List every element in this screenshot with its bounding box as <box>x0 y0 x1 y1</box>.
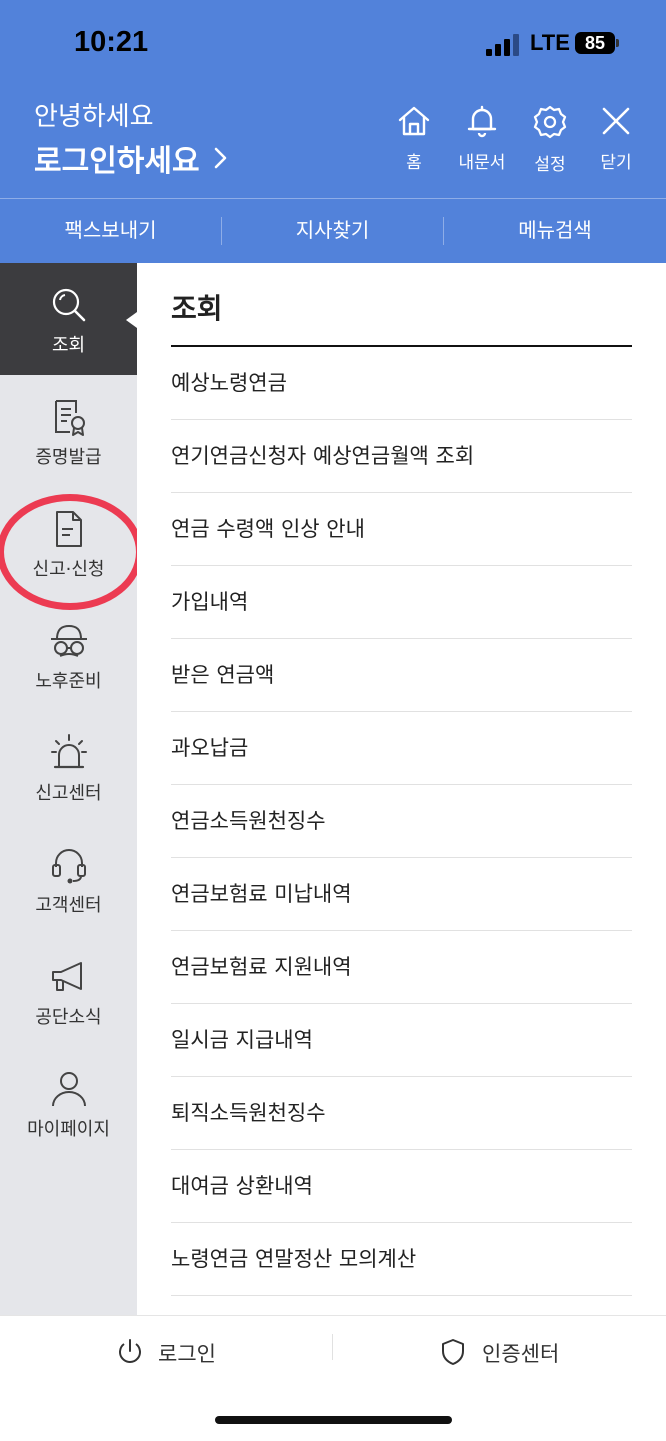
menu-item[interactable]: 연기연금신청자 예상연금월액 조회 <box>171 420 632 493</box>
divider <box>332 1334 333 1360</box>
menu-item[interactable]: 일시금 지급내역 <box>171 1004 632 1077</box>
my-documents-label: 내문서 <box>458 153 506 173</box>
login-button[interactable]: 로그인 <box>116 1334 246 1368</box>
sidebar: 조회 증명발급 신고·신청 노후준비 신고센터 고객센터 공단소식 마이페이지 <box>0 263 137 1315</box>
battery-cap <box>616 39 619 47</box>
sidebar-item-retirement[interactable]: 노후준비 <box>0 599 137 711</box>
main-content: 조회 예상노령연금 연기연금신청자 예상연금월액 조회 연금 수령액 인상 안내… <box>137 263 666 1315</box>
close-label: 닫기 <box>600 153 632 173</box>
close-button[interactable]: 닫기 <box>586 104 646 173</box>
sidebar-item-certificate[interactable]: 증명발급 <box>0 375 137 487</box>
siren-icon <box>50 734 87 769</box>
signal-icon <box>486 32 520 56</box>
section-title: 조회 <box>171 292 223 325</box>
settings-label: 설정 <box>534 155 566 175</box>
sidebar-item-label: 노후준비 <box>35 671 102 692</box>
sidebar-item-report-center[interactable]: 신고센터 <box>0 711 137 823</box>
greeting-text: 안녕하세요 <box>34 102 154 132</box>
menu-item[interactable]: 받은 연금액 <box>171 639 632 712</box>
home-label: 홈 <box>406 153 422 173</box>
sidebar-item-label: 고객센터 <box>35 895 102 916</box>
quick-link-menu-search[interactable]: 메뉴검색 <box>444 199 666 263</box>
menu-item[interactable]: 연금보험료 미납내역 <box>171 858 632 931</box>
power-icon <box>119 1339 141 1363</box>
sidebar-item-label: 공단소식 <box>35 1007 102 1028</box>
home-icon <box>398 106 430 136</box>
menu-item[interactable]: 연금보험료 지원내역 <box>171 931 632 1004</box>
status-time: 10:21 <box>74 26 149 58</box>
menu-item[interactable]: 연금 수령액 인상 안내 <box>171 493 632 566</box>
menu-list: 예상노령연금 연기연금신청자 예상연금월액 조회 연금 수령액 인상 안내 가입… <box>171 347 632 1296</box>
sidebar-item-label: 증명발급 <box>35 447 102 468</box>
headset-icon <box>51 849 86 884</box>
header: 안녕하세요 로그인하세요 홈 내문서 설정 닫기 <box>0 92 666 198</box>
sidebar-item-label: 조회 <box>51 335 86 356</box>
highlight-annotation-circle <box>0 494 143 610</box>
menu-item[interactable]: 과오납금 <box>171 712 632 785</box>
settings-button[interactable]: 설정 <box>520 104 580 175</box>
quick-link-fax[interactable]: 팩스보내기 <box>0 199 221 263</box>
person-icon <box>51 1072 86 1107</box>
sidebar-item-inquiry[interactable]: 조회 <box>0 263 137 375</box>
home-indicator[interactable] <box>215 1416 452 1424</box>
battery-icon: 85 <box>575 32 615 54</box>
bell-icon <box>467 105 497 138</box>
menu-item[interactable]: 퇴직소득원천징수 <box>171 1077 632 1150</box>
search-icon <box>52 288 85 322</box>
sidebar-item-customer-center[interactable]: 고객센터 <box>0 823 137 935</box>
auth-center-button[interactable]: 인증센터 <box>440 1334 590 1368</box>
auth-center-label: 인증센터 <box>482 1342 560 1366</box>
gear-icon <box>533 105 567 139</box>
chevron-right-icon[interactable] <box>208 146 232 170</box>
sidebar-item-label: 신고센터 <box>35 783 102 804</box>
quick-link-branch[interactable]: 지사찾기 <box>222 199 443 263</box>
menu-item[interactable]: 대여금 상환내역 <box>171 1150 632 1223</box>
login-prompt-link[interactable]: 로그인하세요 <box>34 136 200 180</box>
sidebar-item-mypage[interactable]: 마이페이지 <box>0 1047 137 1159</box>
menu-item[interactable]: 예상노령연금 <box>171 347 632 420</box>
certificate-icon <box>54 400 85 436</box>
menu-item[interactable]: 가입내역 <box>171 566 632 639</box>
my-documents-button[interactable]: 내문서 <box>452 104 512 173</box>
quick-links-bar: 팩스보내기 지사찾기 메뉴검색 <box>0 198 666 263</box>
sidebar-item-news[interactable]: 공단소식 <box>0 935 137 1047</box>
close-icon <box>602 107 630 135</box>
home-button[interactable]: 홈 <box>384 104 444 173</box>
menu-item[interactable]: 연금소득원천징수 <box>171 785 632 858</box>
shield-icon <box>442 1339 464 1365</box>
network-label: LTE <box>530 30 570 55</box>
sidebar-item-label: 마이페이지 <box>27 1119 110 1140</box>
megaphone-icon <box>51 962 82 991</box>
menu-item[interactable]: 노령연금 연말정산 모의계산 <box>171 1223 632 1296</box>
status-bar: 10:21 LTE 85 <box>0 0 666 92</box>
glasses-hat-icon <box>50 624 87 657</box>
active-pointer <box>126 312 137 328</box>
login-label: 로그인 <box>158 1342 216 1366</box>
